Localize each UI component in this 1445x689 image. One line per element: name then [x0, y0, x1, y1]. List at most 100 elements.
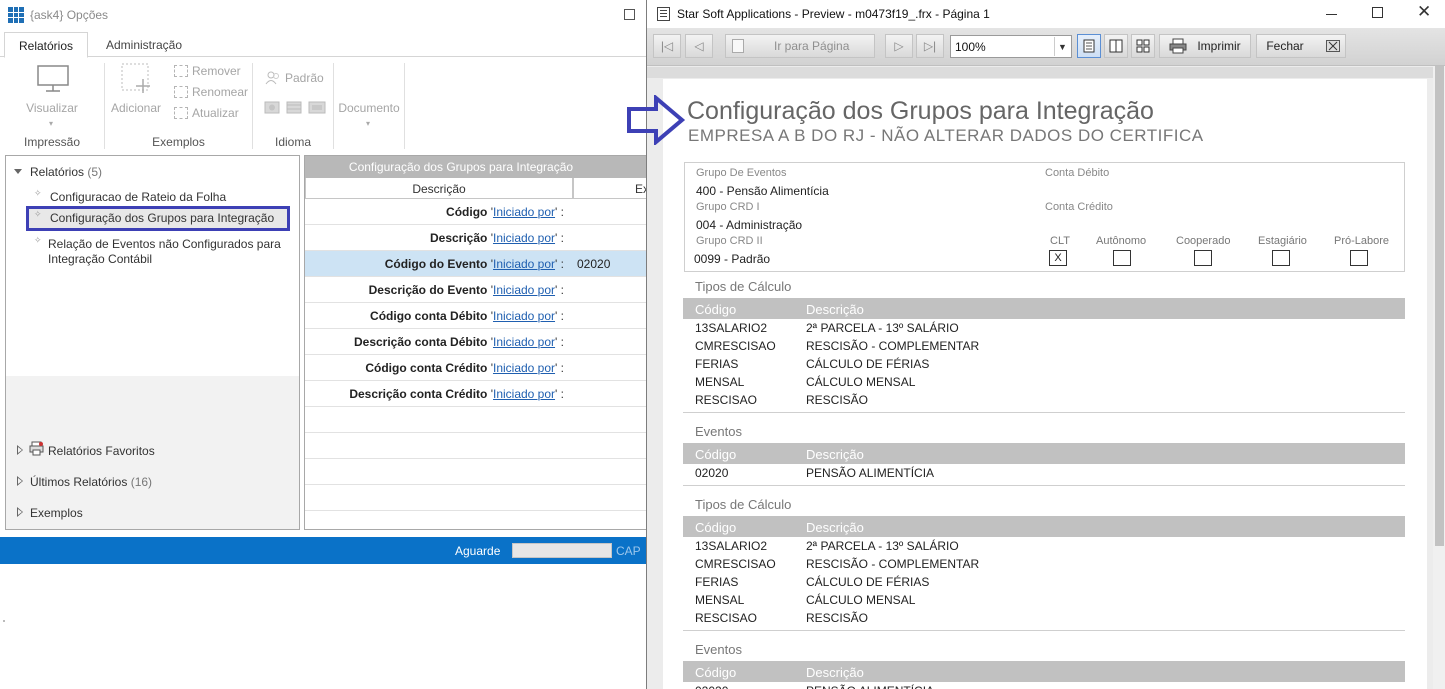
iniciado-por-link[interactable]: Iniciado por: [493, 257, 555, 271]
column-ex[interactable]: Ex: [573, 178, 646, 199]
tipos-calculo-section-title: Tipos de Cálculo: [695, 497, 792, 512]
param-value[interactable]: 02020: [577, 257, 610, 271]
prev-page-button[interactable]: ◁: [685, 34, 713, 58]
scrollbar-thumb[interactable]: [1435, 66, 1444, 546]
preview-window: Star Soft Applications - Preview - m0473…: [646, 0, 1445, 689]
atualizar-button[interactable]: Atualizar: [174, 106, 239, 120]
table-row[interactable]: [305, 459, 646, 485]
remover-button[interactable]: Remover: [174, 64, 241, 78]
column-descricao[interactable]: Descrição: [305, 178, 573, 199]
report-leaf-icon: ✧: [34, 188, 42, 198]
report-manager-window: {ask4} Opções Relatórios Administração V…: [0, 0, 646, 689]
single-page-view-button[interactable]: [1077, 34, 1101, 58]
table-row[interactable]: Código 'Iniciado por' :: [305, 199, 646, 225]
row-descricao: CÁLCULO MENSAL: [806, 375, 916, 389]
iniciado-por-link[interactable]: Iniciado por: [493, 387, 555, 401]
iniciado-por-link[interactable]: Iniciado por: [493, 309, 555, 323]
row-codigo: RESCISAO: [695, 611, 758, 625]
table-row[interactable]: Código conta Débito 'Iniciado por' :: [305, 303, 646, 329]
zoom-select[interactable]: 100% ▼: [950, 35, 1072, 58]
col-codigo: Código: [695, 665, 737, 680]
col-codigo: Código: [695, 520, 737, 535]
col-codigo: Código: [695, 447, 737, 462]
close-icon[interactable]: ✕: [1417, 2, 1431, 22]
prolabore-checkbox: [1350, 250, 1368, 266]
tree-root-relatorios[interactable]: Relatórios (5): [30, 165, 102, 179]
row-descricao: RESCISÃO: [806, 393, 869, 407]
tree-item-relacao-eventos[interactable]: Relação de Eventos não Configurados para: [48, 237, 281, 251]
preview-scroll-area[interactable]: Configuração dos Grupos para Integração …: [647, 67, 1433, 689]
divider-dot: [3, 620, 5, 622]
visualizar-button[interactable]: Visualizar: [0, 101, 104, 115]
eventos-section-title: Eventos: [695, 642, 742, 657]
desktop: {ask4} Opções Relatórios Administração V…: [0, 0, 1445, 689]
maximize-icon[interactable]: [1372, 7, 1383, 18]
horizontal-band: [647, 67, 1433, 78]
parameters-grid: Configuração dos Grupos para Integração …: [304, 155, 646, 530]
clt-label: CLT: [1050, 235, 1070, 247]
document-icon: [657, 7, 670, 21]
row-codigo: FERIAS: [695, 575, 739, 589]
tree-item-rateio[interactable]: Configuracao de Rateio da Folha: [50, 190, 226, 204]
table-row[interactable]: Descrição 'Iniciado por' :: [305, 225, 646, 251]
print-button[interactable]: Imprimir: [1159, 34, 1251, 58]
tree-ultimos-relatorios[interactable]: Últimos Relatórios (16): [30, 475, 152, 489]
adicionar-button[interactable]: Adicionar: [105, 101, 167, 115]
iniciado-por-link[interactable]: Iniciado por: [493, 205, 555, 219]
eventos-column-header: Código Descrição: [683, 661, 1405, 682]
renomear-button[interactable]: Renomear: [174, 85, 248, 99]
chevron-down-icon[interactable]: ▼: [1054, 37, 1070, 56]
expand-right-icon[interactable]: [17, 507, 23, 517]
last-page-button[interactable]: ▷|: [916, 34, 944, 58]
vertical-scrollbar[interactable]: [1433, 66, 1445, 689]
renomear-label: Renomear: [192, 85, 249, 99]
table-row[interactable]: [305, 407, 646, 433]
row-codigo: FERIAS: [695, 357, 739, 371]
expand-right-icon[interactable]: [17, 476, 23, 486]
iniciado-por-link[interactable]: Iniciado por: [493, 283, 555, 297]
table-row[interactable]: Descrição conta Crédito 'Iniciado por' :: [305, 381, 646, 407]
fechar-button[interactable]: Fechar: [1256, 34, 1346, 58]
expand-down-icon[interactable]: [14, 169, 22, 174]
param-label: Código conta Débito 'Iniciado por' :: [370, 309, 564, 323]
param-name: Código: [446, 205, 488, 219]
first-page-button[interactable]: |◁: [653, 34, 681, 58]
multi-page-view-button[interactable]: [1131, 34, 1155, 58]
tab-relatorios[interactable]: Relatórios: [4, 32, 88, 58]
next-page-button[interactable]: ▷: [885, 34, 913, 58]
table-row[interactable]: [305, 433, 646, 459]
tree-list-area: [6, 156, 299, 376]
table-row[interactable]: Código do Evento 'Iniciado por' : 02020: [305, 251, 646, 277]
maximize-icon[interactable]: [624, 9, 635, 20]
status-bar: Aguarde CAP: [0, 537, 646, 564]
tree-exemplos[interactable]: Exemplos: [30, 506, 83, 520]
padrao-button[interactable]: Padrão: [265, 71, 324, 85]
iniciado-por-link[interactable]: Iniciado por: [493, 335, 555, 349]
ribbon-separator: [404, 63, 405, 149]
group-label-idioma: Idioma: [274, 135, 312, 149]
documento-button[interactable]: Documento: [334, 101, 404, 115]
iniciado-por-link[interactable]: Iniciado por: [493, 361, 555, 375]
quote-colon-text: ' :: [555, 231, 564, 245]
minimize-icon[interactable]: [1326, 14, 1337, 15]
preview-title-bar: Star Soft Applications - Preview - m0473…: [647, 0, 1445, 28]
table-row[interactable]: Descrição conta Débito 'Iniciado por' :: [305, 329, 646, 355]
cooperado-checkbox: [1194, 250, 1212, 266]
goto-page-button[interactable]: Ir para Página: [725, 34, 875, 58]
tree-item-grupos-integracao[interactable]: Configuração dos Grupos para Integração: [50, 211, 274, 225]
refresh-icon: [174, 107, 188, 119]
tree-item-relacao-eventos-line2[interactable]: Integração Contábil: [48, 252, 152, 266]
tree-relatorios-favoritos[interactable]: Relatórios Favoritos: [48, 444, 155, 458]
multi-page-icon: [1136, 39, 1150, 53]
two-page-view-button[interactable]: [1104, 34, 1128, 58]
table-row[interactable]: Código conta Crédito 'Iniciado por' :: [305, 355, 646, 381]
expand-right-icon[interactable]: [17, 445, 23, 455]
iniciado-por-link[interactable]: Iniciado por: [493, 231, 555, 245]
report-row: 02020 PENSÃO ALIMENTÍCIA: [695, 684, 1395, 689]
table-row[interactable]: Descrição do Evento 'Iniciado por' :: [305, 277, 646, 303]
col-descricao: Descrição: [806, 302, 864, 317]
table-row[interactable]: [305, 485, 646, 511]
grupo-eventos-label: Grupo De Eventos: [696, 167, 787, 179]
table-row[interactable]: [305, 511, 646, 529]
tab-administracao[interactable]: Administração: [92, 32, 196, 58]
